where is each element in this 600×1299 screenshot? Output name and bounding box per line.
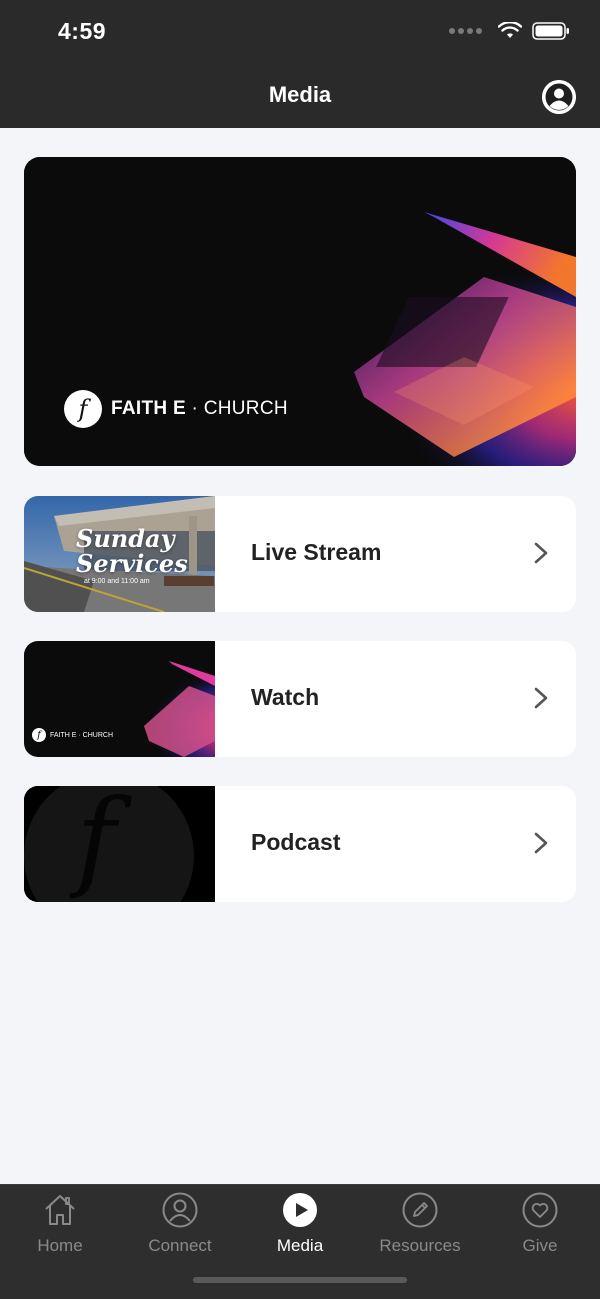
watch-label: Watch [251, 684, 320, 710]
brand-name: FAITH E · CHURCH [111, 398, 288, 419]
media-item-podcast[interactable]: f Podcast [24, 786, 576, 902]
church-logo: f [64, 390, 102, 428]
pencil-icon [401, 1191, 439, 1229]
sunday-services-title: Sunday Services [76, 524, 188, 578]
podcast-logo-letter: f [76, 786, 116, 902]
page-title: Media [268, 82, 332, 107]
watch-brand: f FAITH E · CHURCH [32, 728, 113, 742]
tab-home-label: Home [37, 1236, 83, 1255]
person-icon [161, 1191, 199, 1229]
status-time: 4:59 [58, 18, 107, 44]
tab-media-label: Media [276, 1236, 324, 1255]
media-item-live-stream[interactable]: Sunday Services at 9:00 and 11:00 am Liv… [24, 496, 576, 612]
tab-home[interactable]: Home [0, 1185, 120, 1265]
tab-media[interactable]: Media [240, 1185, 360, 1265]
watch-thumbnail: f FAITH E · CHURCH [24, 641, 215, 757]
user-avatar-icon [542, 80, 576, 114]
service-times: at 9:00 and 11:00 am [84, 578, 150, 585]
tab-resources-label: Resources [379, 1236, 461, 1255]
status-icons [449, 22, 570, 40]
tab-give[interactable]: Give [480, 1185, 600, 1265]
profile-button[interactable] [542, 80, 576, 114]
tab-give-label: Give [522, 1236, 558, 1255]
podcast-label: Podcast [251, 829, 341, 855]
chevron-right-icon [534, 832, 548, 854]
hero-brand: f FAITH E · CHURCH [64, 390, 288, 428]
play-icon [281, 1191, 319, 1229]
podcast-thumbnail: f [24, 786, 215, 902]
battery-icon [532, 22, 569, 40]
media-item-watch[interactable]: f FAITH E · CHURCH Watch [24, 641, 576, 757]
live-stream-thumbnail: Sunday Services at 9:00 and 11:00 am [24, 496, 215, 612]
tab-connect[interactable]: Connect [120, 1185, 240, 1265]
podcast-logo-image [24, 786, 215, 902]
wifi-icon [498, 22, 522, 38]
home-icon [41, 1191, 79, 1229]
top-bar: 4:59 Media [0, 0, 600, 128]
tab-connect-label: Connect [148, 1236, 212, 1255]
hero-banner[interactable]: f FAITH E · CHURCH [24, 157, 576, 466]
heart-icon [521, 1191, 559, 1229]
live-stream-label: Live Stream [251, 539, 382, 565]
chevron-right-icon [534, 687, 548, 709]
home-indicator[interactable] [193, 1277, 407, 1283]
chevron-right-icon [534, 542, 548, 564]
tab-resources[interactable]: Resources [360, 1185, 480, 1265]
signal-dots-icon [449, 28, 482, 34]
